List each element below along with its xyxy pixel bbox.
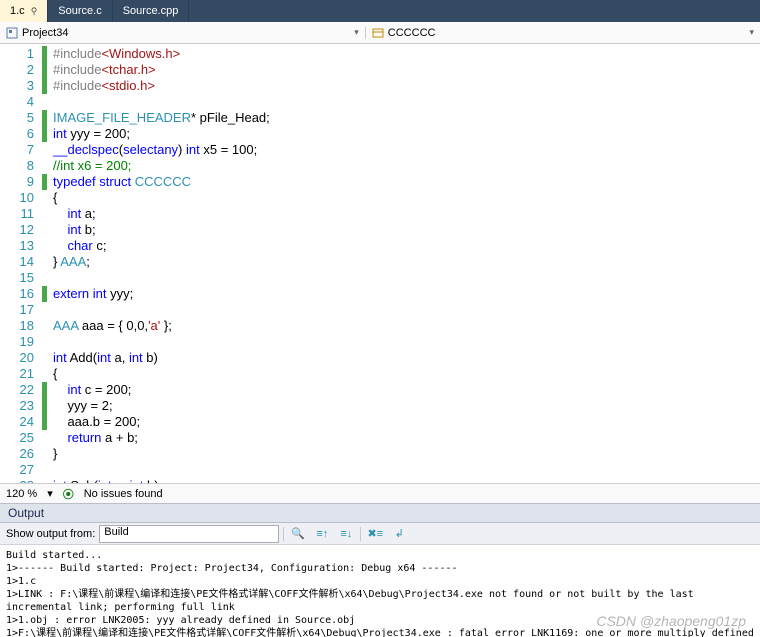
zoom-level[interactable]: 120 % — [6, 488, 37, 500]
tab-label: Source.cpp — [123, 5, 179, 17]
code-line[interactable] — [42, 270, 760, 286]
separator — [283, 527, 284, 541]
chevron-down-icon: ▾ — [749, 27, 754, 38]
code-line[interactable]: typedef struct CCCCCC — [42, 174, 760, 190]
separator — [360, 527, 361, 541]
code-line[interactable] — [42, 302, 760, 318]
prev-message-icon[interactable]: ≡↑ — [312, 525, 332, 543]
scope-name: CCCCCC — [388, 27, 436, 39]
output-source-select[interactable]: Build — [99, 525, 279, 543]
code-line[interactable] — [42, 334, 760, 350]
issues-label: No issues found — [84, 488, 163, 500]
struct-icon — [372, 27, 384, 39]
code-line[interactable]: extern int yyy; — [42, 286, 760, 302]
code-line[interactable]: return a + b; — [42, 430, 760, 446]
code-line[interactable]: //int x6 = 200; — [42, 158, 760, 174]
project-name: Project34 — [22, 27, 68, 39]
navigation-bar: Project34 ▾ CCCCCC ▾ — [0, 22, 760, 44]
code-line[interactable] — [42, 462, 760, 478]
code-line[interactable]: IMAGE_FILE_HEADER* pFile_Head; — [42, 110, 760, 126]
next-message-icon[interactable]: ≡↓ — [336, 525, 356, 543]
document-tab-strip: 1.c ⚲ Source.c Source.cpp — [0, 0, 760, 22]
code-line[interactable] — [42, 94, 760, 110]
code-editor[interactable]: 1234567891011121314151617181920212223242… — [0, 44, 760, 483]
code-body[interactable]: #include<Windows.h>#include<tchar.h>#inc… — [40, 44, 760, 483]
output-toolbar: Show output from: Build 🔍 ≡↑ ≡↓ ✖≡ ↲ — [0, 523, 760, 545]
code-line[interactable]: int a; — [42, 206, 760, 222]
project-icon — [6, 27, 18, 39]
code-line[interactable]: #include<stdio.h> — [42, 78, 760, 94]
pin-icon[interactable]: ⚲ — [31, 6, 38, 17]
find-message-icon[interactable]: 🔍 — [288, 525, 308, 543]
scope-dropdown[interactable]: CCCCCC ▾ — [365, 27, 760, 39]
issues-ok-icon: ⦿ — [63, 486, 74, 502]
code-line[interactable]: yyy = 2; — [42, 398, 760, 414]
output-panel-header[interactable]: Output — [0, 503, 760, 523]
code-line[interactable]: #include<tchar.h> — [42, 62, 760, 78]
code-line[interactable]: #include<Windows.h> — [42, 46, 760, 62]
code-line[interactable]: char c; — [42, 238, 760, 254]
output-text[interactable]: Build started... 1>------ Build started:… — [0, 545, 760, 637]
tab-label: 1.c — [10, 5, 25, 17]
code-line[interactable]: } — [42, 446, 760, 462]
code-line[interactable]: AAA aaa = { 0,0,'a' }; — [42, 318, 760, 334]
show-output-from-label: Show output from: — [6, 528, 95, 540]
output-title: Output — [8, 506, 44, 520]
code-line[interactable]: { — [42, 190, 760, 206]
code-line[interactable]: int b; — [42, 222, 760, 238]
code-line[interactable]: { — [42, 366, 760, 382]
code-line[interactable]: __declspec(selectany) int x5 = 100; — [42, 142, 760, 158]
clear-all-icon[interactable]: ✖≡ — [365, 525, 385, 543]
word-wrap-icon[interactable]: ↲ — [389, 525, 409, 543]
tab-source-c[interactable]: Source.c — [48, 0, 112, 22]
tab-label: Source.c — [58, 5, 101, 17]
code-line[interactable]: int c = 200; — [42, 382, 760, 398]
line-number-gutter: 1234567891011121314151617181920212223242… — [0, 44, 40, 483]
tab-1c[interactable]: 1.c ⚲ — [0, 0, 48, 22]
code-line[interactable]: int Add(int a, int b) — [42, 350, 760, 366]
editor-status-strip: 120 % ▾ ⦿ No issues found — [0, 483, 760, 503]
chevron-down-icon: ▾ — [354, 27, 359, 38]
project-dropdown[interactable]: Project34 ▾ — [0, 27, 365, 39]
tab-source-cpp[interactable]: Source.cpp — [113, 0, 190, 22]
code-line[interactable]: int yyy = 200; — [42, 126, 760, 142]
code-line[interactable]: } AAA; — [42, 254, 760, 270]
code-line[interactable]: aaa.b = 200; — [42, 414, 760, 430]
